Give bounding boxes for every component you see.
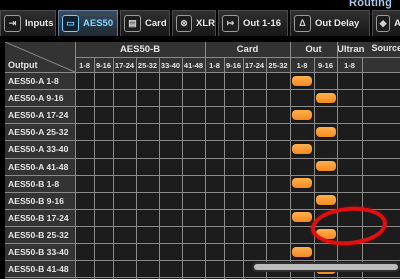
row-label: AES50-B 41-48 — [8, 264, 69, 275]
column-header: 25-32 — [137, 61, 158, 70]
row-label: AES50-A 9-16 — [8, 93, 64, 104]
grid-hline — [5, 191, 400, 193]
column-header: 41-48 — [183, 61, 204, 70]
column-header: 1-8 — [209, 61, 220, 70]
output-axis-label: Output — [8, 60, 38, 70]
routed-indicator[interactable] — [292, 212, 312, 223]
grid-hline — [5, 72, 400, 73]
tab-icon: ◆ — [376, 15, 391, 32]
group-header: Out — [305, 44, 322, 55]
highlight-ring — [309, 203, 389, 249]
column-header: 17-24 — [244, 61, 265, 70]
routed-indicator[interactable] — [292, 109, 312, 120]
tab-label: A — [394, 18, 400, 29]
grid-hline — [5, 260, 400, 262]
card-icon: ▤ — [124, 15, 141, 32]
input-icon: ⇥ — [4, 15, 21, 32]
routed-indicator[interactable] — [315, 126, 336, 137]
column-header: 33-40 — [160, 61, 181, 70]
row-label: AES50-A 17-24 — [8, 110, 69, 121]
routed-indicator[interactable] — [315, 161, 336, 171]
xlr-icon: ⊗ — [176, 15, 192, 32]
grid-hline — [5, 174, 400, 176]
column-header: 1-8 — [296, 61, 308, 70]
column-header: 1-8 — [344, 61, 355, 70]
window-title: Routing — [349, 0, 392, 9]
grid-hline — [5, 140, 400, 142]
tab-out-delay[interactable]: Δ Out Delay — [290, 10, 370, 36]
tab-inputs[interactable]: ⇥ Inputs — [0, 10, 56, 36]
column-header: 17-24 — [114, 61, 135, 70]
tab-label: Out 1-16 — [243, 18, 282, 29]
column-header: 9-16 — [317, 61, 333, 70]
tab-label: Out Delay — [315, 18, 360, 29]
row-label: AES50-B 33-40 — [8, 247, 69, 257]
grid-vline — [362, 57, 363, 279]
tab-aes50[interactable]: ▭ AES50 — [58, 10, 118, 36]
grid-hline — [5, 157, 400, 159]
tab-label: XLR — [196, 18, 215, 29]
grid-vline — [266, 57, 267, 279]
column-header: 25-32 — [268, 61, 288, 70]
grid-hline — [5, 106, 400, 108]
routed-indicator[interactable] — [292, 143, 312, 154]
grid-vline — [159, 57, 160, 279]
grid-vline — [182, 57, 183, 279]
grid-vline — [314, 57, 315, 279]
row-label: AES50-A 33-40 — [8, 144, 69, 155]
row-label: AES50-B 9-16 — [8, 195, 64, 206]
row-label: AES50-B 25-32 — [8, 229, 69, 240]
grid-vline — [94, 57, 95, 279]
row-label: AES50-A 25-32 — [8, 127, 69, 138]
routing-matrix: Source Output AES50-B 1-8 9-16 17-24 25-32 33… — [5, 42, 400, 279]
routed-indicator[interactable] — [292, 246, 312, 257]
routed-indicator[interactable] — [315, 92, 336, 103]
row-label: AES50-B 17-24 — [8, 212, 69, 223]
tab-out-1-16[interactable]: ↦ Out 1-16 — [218, 10, 288, 36]
routed-indicator[interactable] — [292, 178, 312, 189]
scrollbar-thumb[interactable] — [254, 264, 398, 270]
row-label: AES50-A 41-48 — [8, 161, 69, 172]
output-icon: ↦ — [222, 15, 239, 32]
delay-icon: Δ — [294, 15, 311, 32]
tab-label: AES50 — [83, 18, 114, 29]
tab-card[interactable]: ▤ Card — [120, 10, 170, 36]
group-header: Ultran — [337, 44, 365, 55]
routed-indicator[interactable] — [292, 75, 312, 86]
horizontal-scrollbar[interactable] — [252, 262, 400, 272]
group-header: Card — [236, 44, 259, 55]
grid-hline — [5, 89, 400, 91]
grid-vline — [243, 57, 244, 279]
column-header: 9-16 — [95, 61, 111, 70]
column-header: 1-8 — [79, 61, 90, 70]
tab-a[interactable]: ◆ A — [372, 10, 400, 36]
tab-bar: ⇥ Inputs ▭ AES50 ▤ Card ⊗ XLR ↦ Out 1-16 Δ Out Dela… — [0, 10, 400, 36]
grid-hline — [75, 57, 400, 58]
grid-vline — [136, 57, 137, 279]
routing-app: Routing ⇥ Inputs ▭ AES50 ▤ Card ⊗ XLR ↦ Out 1-16 Δ… — [0, 0, 400, 279]
grid-hline — [5, 277, 400, 279]
aes50-icon: ▭ — [62, 15, 79, 32]
tab-label: Card — [145, 18, 167, 29]
column-header: 9-16 — [225, 61, 241, 70]
group-header: AES50-B — [119, 44, 161, 55]
row-label: AES50-B 1-8 — [8, 178, 60, 189]
grid-vline — [113, 57, 114, 279]
row-label: AES50-A 1-8 — [8, 76, 59, 86]
tab-xlr[interactable]: ⊗ XLR — [172, 10, 216, 36]
routed-indicator[interactable] — [315, 195, 336, 206]
grid-hline — [5, 123, 400, 125]
tab-label: Inputs — [25, 18, 54, 29]
grid-vline — [224, 57, 225, 279]
